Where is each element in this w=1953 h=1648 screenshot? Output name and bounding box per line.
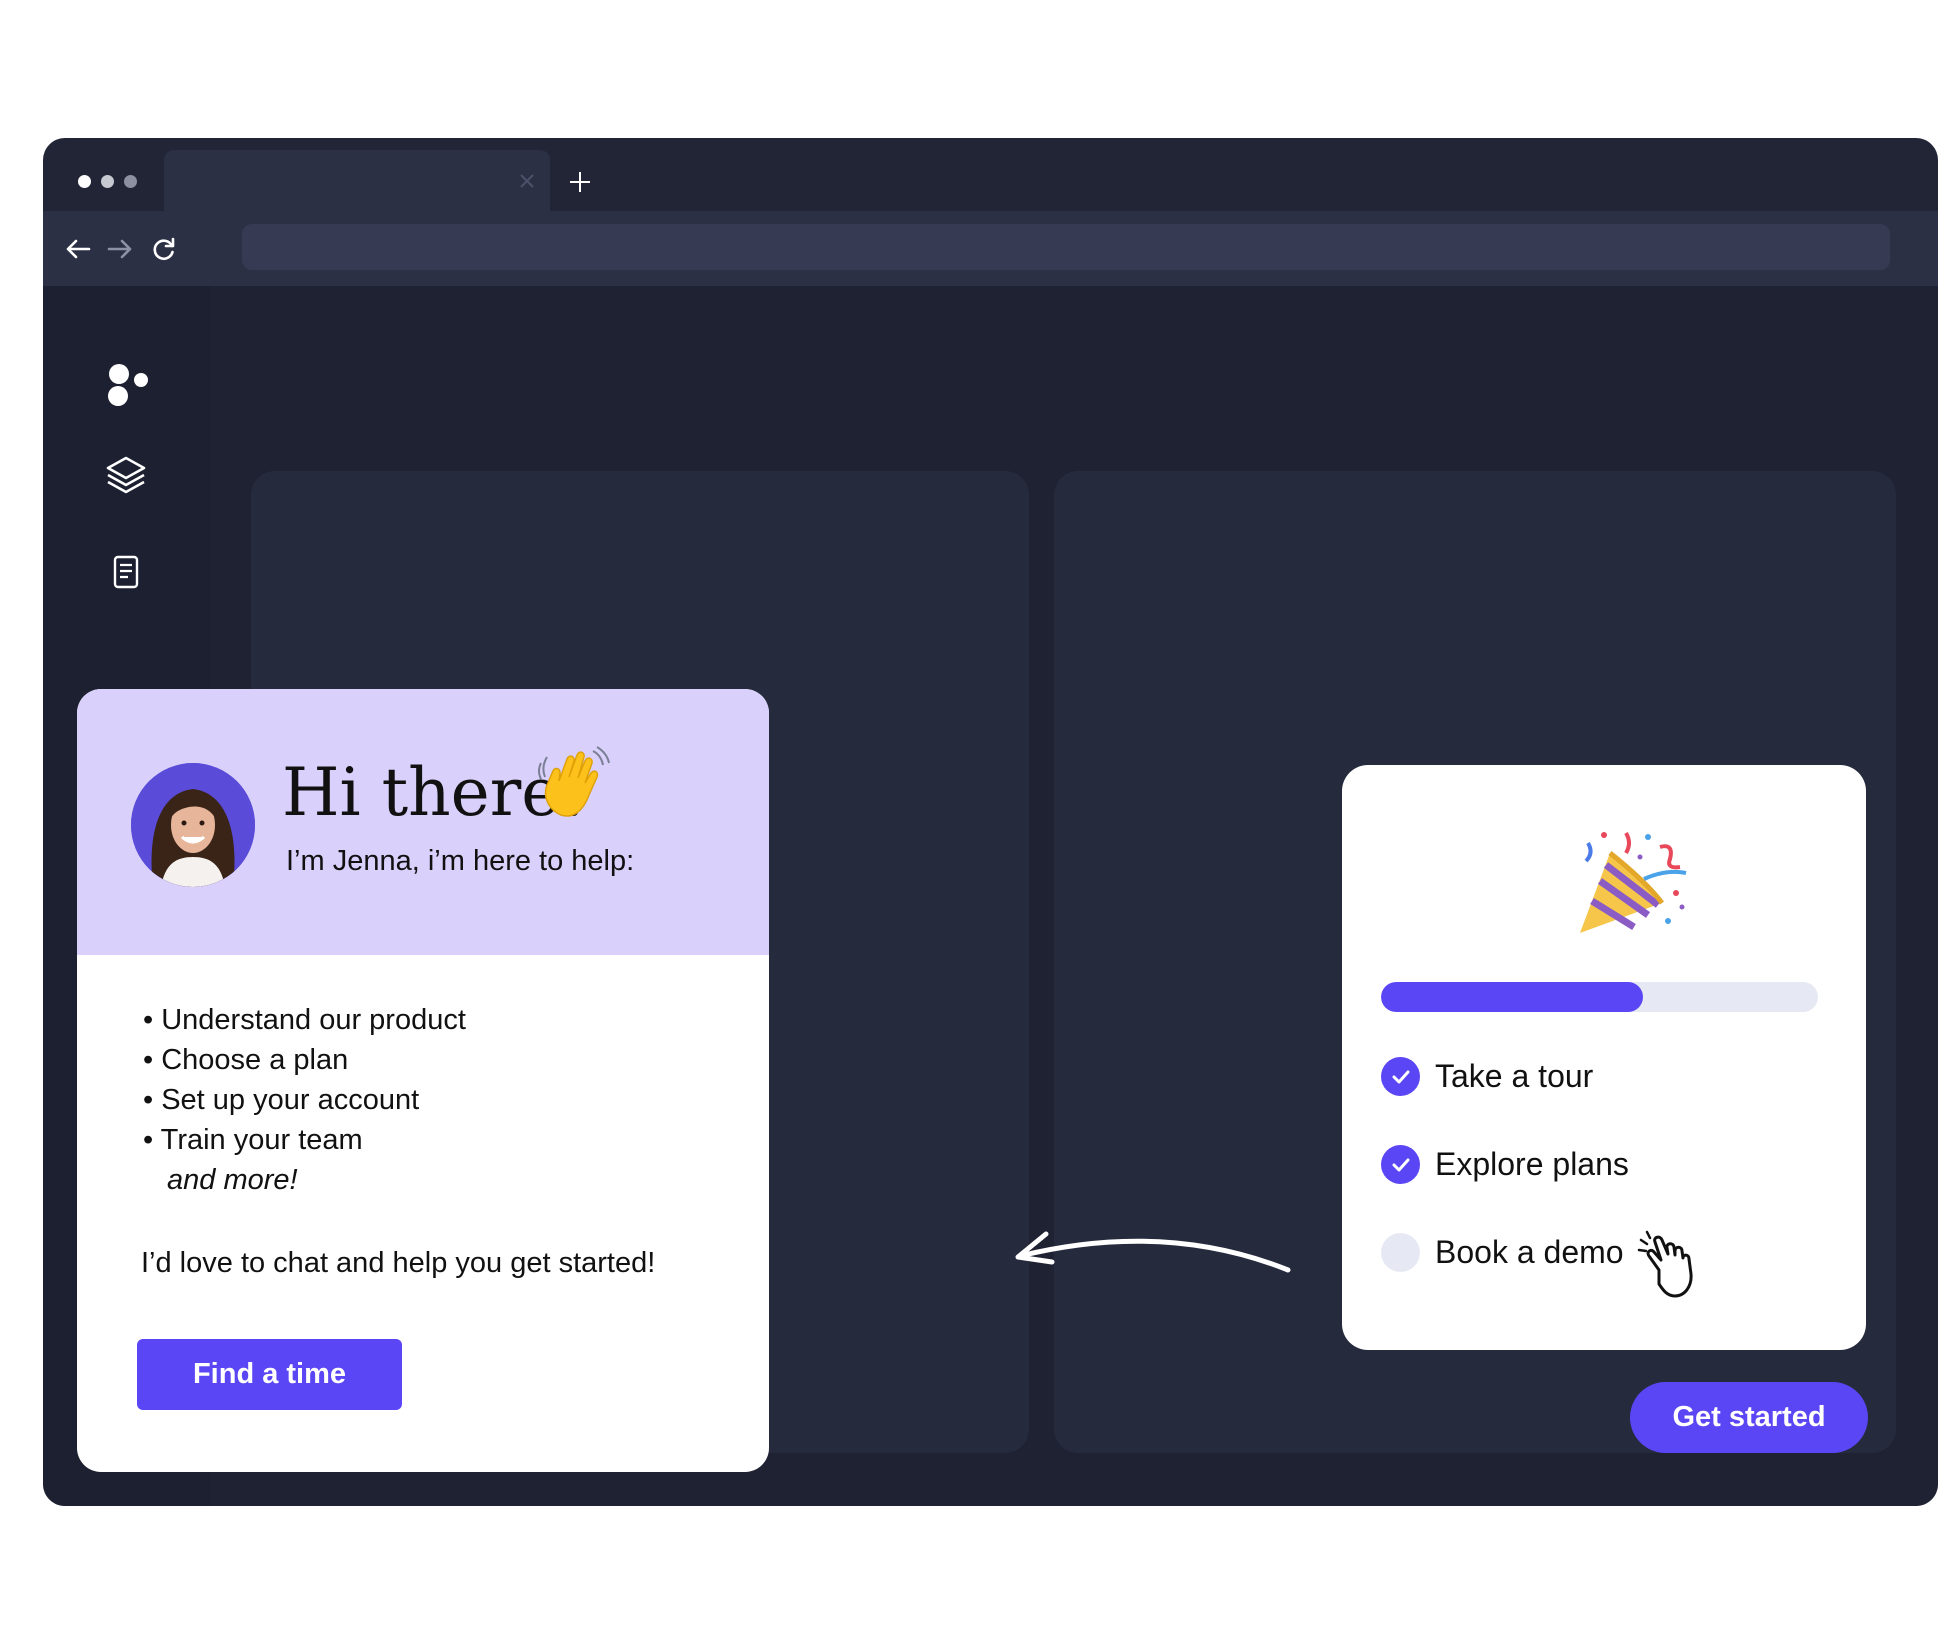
curved-arrow-icon xyxy=(1015,1231,1291,1273)
chat-subtitle: I’m Jenna, i’m here to help: xyxy=(286,845,635,877)
task-label: Explore plans xyxy=(1435,1146,1629,1182)
task-take-a-tour[interactable]: Take a tour xyxy=(1381,1057,1593,1096)
check-circle-icon xyxy=(1381,1145,1420,1184)
list-item: • Understand our product xyxy=(143,1004,466,1036)
list-item: • Set up your account xyxy=(143,1084,420,1116)
find-a-time-button[interactable]: Find a time xyxy=(137,1339,402,1410)
browser-tab[interactable] xyxy=(164,150,550,211)
window-dot-minimize[interactable] xyxy=(101,175,114,188)
help-topics-list: • Understand our product • Choose a plan… xyxy=(143,1000,466,1200)
task-label: Take a tour xyxy=(1435,1058,1594,1094)
back-arrow-icon[interactable] xyxy=(63,234,93,264)
party-popper-icon xyxy=(1580,831,1687,933)
layers-icon[interactable] xyxy=(101,450,151,500)
task-explore-plans[interactable]: Explore plans xyxy=(1381,1145,1629,1184)
new-tab-icon[interactable] xyxy=(568,170,592,194)
onboarding-checklist: Take a tour Explore plans Book a demo xyxy=(1342,765,1866,1350)
chat-card-header: Hi there! I’m Jenna, i’m here to help: xyxy=(77,689,769,955)
pointer-hand-icon xyxy=(1637,1230,1693,1298)
logo-dots-icon[interactable] xyxy=(101,358,151,408)
browser-toolbar xyxy=(43,211,1938,286)
task-label: Book a demo xyxy=(1435,1234,1624,1270)
window-dot-maximize[interactable] xyxy=(124,175,137,188)
onboarding-progress-bar xyxy=(1381,982,1818,1012)
empty-circle-icon xyxy=(1381,1233,1420,1272)
address-bar[interactable] xyxy=(242,224,1890,270)
avatar xyxy=(131,763,255,887)
list-more: and more! xyxy=(167,1164,298,1196)
check-circle-icon xyxy=(1381,1057,1420,1096)
chat-cta-text: I’d love to chat and help you get starte… xyxy=(141,1247,656,1279)
window-dot-close[interactable] xyxy=(78,175,91,188)
close-tab-icon[interactable] xyxy=(518,172,536,190)
forward-arrow-icon[interactable] xyxy=(105,234,135,264)
waving-hand-icon xyxy=(538,746,610,817)
progress-fill xyxy=(1381,982,1644,1012)
window-controls xyxy=(78,175,137,188)
task-book-a-demo[interactable]: Book a demo xyxy=(1381,1233,1624,1272)
reload-icon[interactable] xyxy=(149,234,179,264)
get-started-button[interactable]: Get started xyxy=(1630,1382,1868,1453)
list-item: • Train your team xyxy=(143,1124,363,1156)
chat-card: Hi there! I’m Jenna, i’m here to help: •… xyxy=(77,689,769,1472)
document-icon[interactable] xyxy=(101,548,151,598)
list-item: • Choose a plan xyxy=(143,1044,349,1076)
